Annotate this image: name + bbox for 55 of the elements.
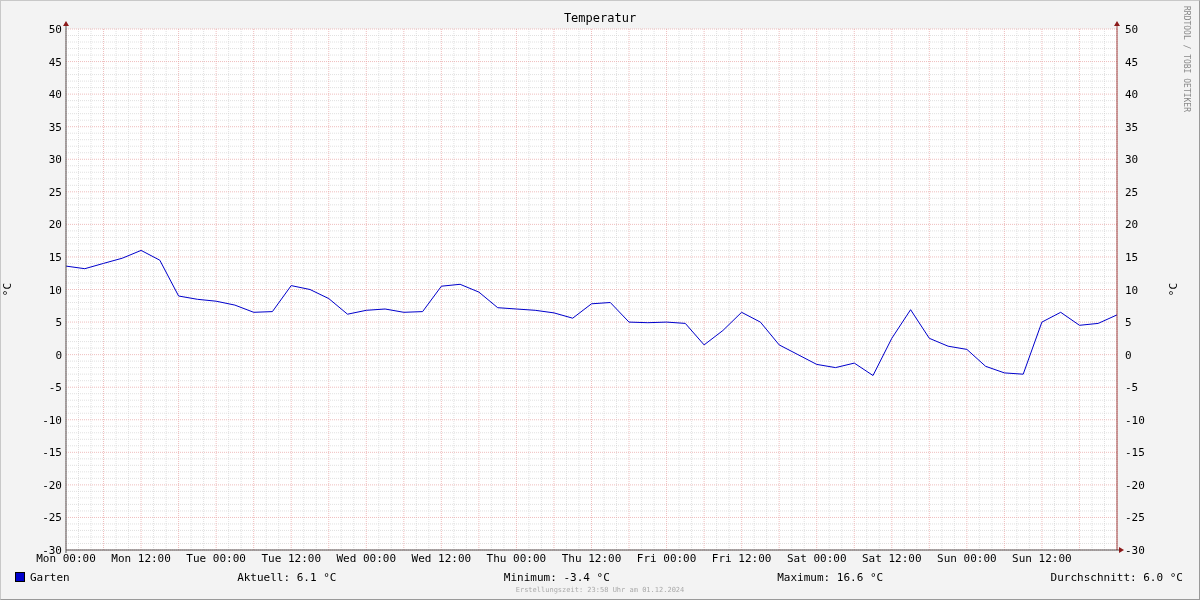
y-axis-tick-label: 0 xyxy=(1125,348,1132,362)
y-axis-tick-label: 5 xyxy=(1125,316,1132,330)
legend-stat: Maximum: 16.6 °C xyxy=(777,570,884,584)
x-axis-tick-label: Sat 00:00 xyxy=(786,552,847,565)
legend-stat: Minimum: -3.4 °C xyxy=(503,570,610,584)
y-axis-tick-label: -25 xyxy=(42,511,62,525)
y-axis-tick-label: 15 xyxy=(1125,250,1139,264)
y-axis-tick-label: 20 xyxy=(1125,218,1139,232)
y-axis-tick-label: 35 xyxy=(1125,120,1139,134)
y-axis-tick-label: -10 xyxy=(42,413,62,427)
y-axis-tick-label: -25 xyxy=(1125,511,1145,525)
x-axis-tick-label: Fri 00:00 xyxy=(636,552,697,565)
y-axis-tick-label: -15 xyxy=(42,446,62,460)
legend-stat: Aktuell: 6.1 °C xyxy=(237,570,337,584)
y-axis-tick-label: 25 xyxy=(48,185,62,199)
y-axis-tick-label: -10 xyxy=(1125,413,1145,427)
y-axis-tick-label: 5 xyxy=(55,316,62,330)
y-axis-tick-label: 30 xyxy=(48,153,62,167)
y-axis-tick-label: 0 xyxy=(55,348,62,362)
x-axis-tick-label: Tue 00:00 xyxy=(186,552,246,565)
x-axis-tick-label: Thu 12:00 xyxy=(561,552,622,565)
x-axis-tick-label: Thu 00:00 xyxy=(486,552,547,565)
y-axis-tick-label: -5 xyxy=(48,381,62,395)
x-axis-tick-label: Tue 12:00 xyxy=(261,552,321,565)
y-axis-tick-label: 15 xyxy=(48,250,62,264)
y-axis-tick-label: 35 xyxy=(48,120,62,134)
y-axis-tick-label: 45 xyxy=(48,55,62,69)
x-axis-tick-label: Sun 12:00 xyxy=(1012,552,1072,565)
x-axis-tick-label: Sat 12:00 xyxy=(862,552,922,565)
y-axis-tick-label: -20 xyxy=(42,478,62,492)
y-axis-tick-label: 10 xyxy=(48,283,62,297)
x-axis-tick-label: Wed 12:00 xyxy=(411,552,472,565)
y-axis-tick-label: -20 xyxy=(1125,478,1145,492)
y-axis-tick-label: 40 xyxy=(48,88,62,102)
y-axis-tick-label: 40 xyxy=(1125,88,1139,102)
y-axis-tick-label: -15 xyxy=(1125,446,1145,460)
y-axis-tick-label: -30 xyxy=(1125,544,1145,557)
x-axis-tick-label: Sun 00:00 xyxy=(937,552,997,565)
y-axis-tick-label: 45 xyxy=(1125,55,1139,69)
y-axis-label: °C xyxy=(1167,282,1180,297)
legend-label: Garten xyxy=(30,570,70,584)
y-axis-label: °C xyxy=(1,282,14,297)
y-axis-tick-label: 50 xyxy=(48,23,62,36)
y-axis-tick-label: 30 xyxy=(1125,153,1139,167)
y-axis-tick-label: 50 xyxy=(1125,23,1139,36)
y-axis-tick-label: 20 xyxy=(48,218,62,232)
chart-title: Temperatur xyxy=(563,11,637,25)
x-axis-tick-label: Wed 00:00 xyxy=(336,552,397,565)
x-axis-tick-label: Mon 12:00 xyxy=(111,552,171,565)
y-axis-tick-label: 10 xyxy=(1125,283,1139,297)
legend-stat: Durchschnitt: 6.0 °C xyxy=(1050,570,1183,584)
y-axis-tick-label: -5 xyxy=(1125,381,1139,395)
watermark-text: RRDTOOL / TOBI OETIKER xyxy=(1182,6,1191,112)
x-axis-tick-label: Fri 12:00 xyxy=(711,552,772,565)
y-axis-tick-label: 25 xyxy=(1125,185,1139,199)
